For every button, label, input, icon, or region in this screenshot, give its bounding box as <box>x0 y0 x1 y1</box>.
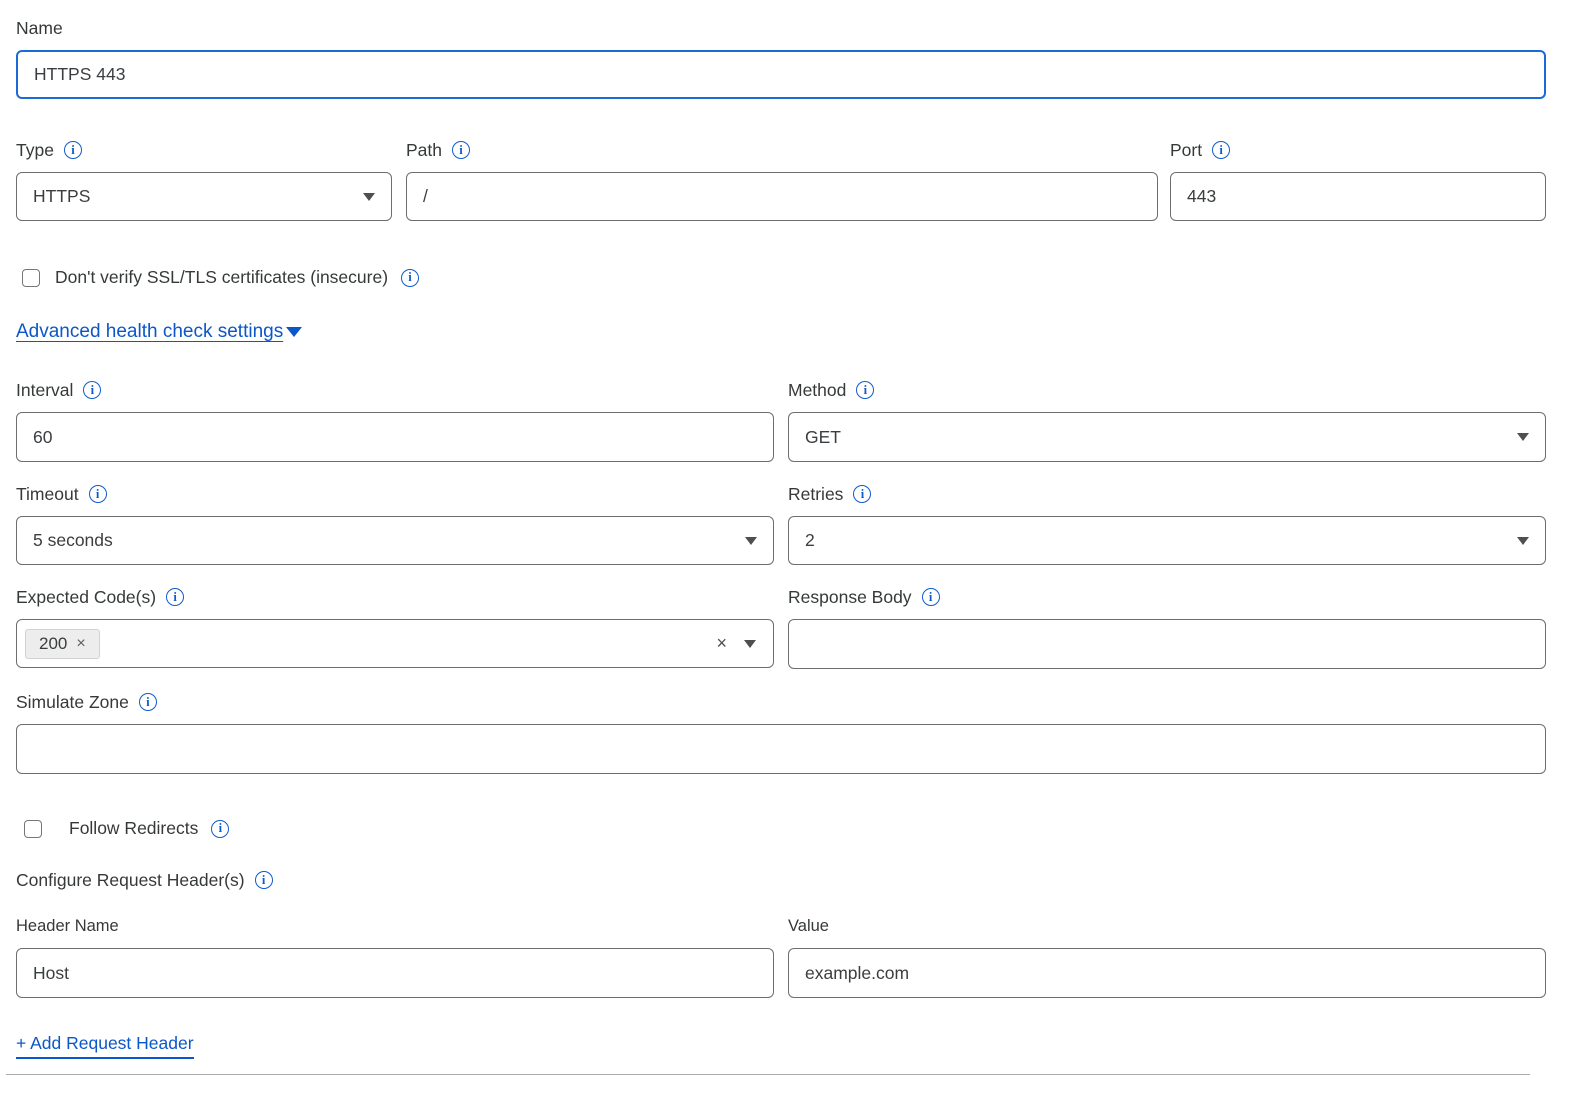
info-icon[interactable]: i <box>89 485 107 503</box>
info-icon[interactable]: i <box>401 269 419 287</box>
info-icon[interactable]: i <box>139 693 157 711</box>
health-check-form: Name Type i HTTPS Path i Port i <box>0 0 1570 1075</box>
type-label: Type <box>16 138 54 162</box>
info-icon[interactable]: i <box>255 871 273 889</box>
info-icon[interactable]: i <box>64 141 82 159</box>
info-icon[interactable]: i <box>211 820 229 838</box>
remove-tag-icon[interactable]: × <box>76 635 85 653</box>
add-request-header-link[interactable]: + Add Request Header <box>16 1033 194 1059</box>
code-tag-value: 200 <box>39 634 67 654</box>
interval-method-row: Interval i Method i GET <box>16 378 1546 462</box>
info-icon[interactable]: i <box>83 381 101 399</box>
request-headers-title-row: Configure Request Header(s) i <box>16 868 1546 892</box>
header-value-column-label: Value <box>788 917 1546 936</box>
retries-select[interactable]: 2 <box>788 516 1546 565</box>
chevron-down-icon <box>1517 537 1529 545</box>
type-path-port-row: Type i HTTPS Path i Port i <box>16 138 1546 221</box>
request-headers-title: Configure Request Header(s) <box>16 868 245 892</box>
follow-redirects-checkbox[interactable] <box>24 820 42 838</box>
info-icon[interactable]: i <box>452 141 470 159</box>
method-label: Method <box>788 378 846 402</box>
port-label: Port <box>1170 138 1202 162</box>
advanced-settings-label: Advanced health check settings <box>16 321 283 343</box>
verify-ssl-label: Don't verify SSL/TLS certificates (insec… <box>55 267 388 288</box>
retries-label: Retries <box>788 482 843 506</box>
expected-codes-multiselect[interactable]: 200 × × <box>16 619 774 668</box>
header-value-input[interactable] <box>788 948 1546 998</box>
simulate-zone-row: Simulate Zone i <box>16 690 1546 774</box>
info-icon[interactable]: i <box>853 485 871 503</box>
info-icon[interactable]: i <box>856 381 874 399</box>
info-icon[interactable]: i <box>922 588 940 606</box>
response-body-input[interactable] <box>788 619 1546 669</box>
follow-redirects-label: Follow Redirects <box>69 818 198 839</box>
follow-redirects-row: Follow Redirects i <box>16 818 1546 839</box>
method-select[interactable]: GET <box>788 412 1546 462</box>
info-icon[interactable]: i <box>166 588 184 606</box>
chevron-down-icon <box>745 537 757 545</box>
advanced-settings-toggle[interactable]: Advanced health check settings <box>16 321 302 343</box>
path-input[interactable] <box>406 172 1158 221</box>
type-select-value: HTTPS <box>33 186 90 207</box>
simulate-zone-input[interactable] <box>16 724 1546 774</box>
timeout-label: Timeout <box>16 482 79 506</box>
chevron-down-icon <box>286 327 302 337</box>
header-name-column-label: Header Name <box>16 917 774 936</box>
name-input[interactable] <box>16 50 1546 99</box>
retries-select-value: 2 <box>805 530 815 551</box>
multiselect-controls: × <box>716 620 756 667</box>
timeout-select-value: 5 seconds <box>33 530 113 551</box>
path-label: Path <box>406 138 442 162</box>
name-label: Name <box>16 16 63 40</box>
verify-ssl-checkbox[interactable] <box>22 269 40 287</box>
codes-body-row: Expected Code(s) i 200 × × Response Body… <box>16 585 1546 669</box>
interval-label: Interval <box>16 378 73 402</box>
chevron-down-icon[interactable] <box>744 640 756 648</box>
simulate-zone-label: Simulate Zone <box>16 690 129 714</box>
header-name-input[interactable] <box>16 948 774 998</box>
name-label-row: Name <box>16 16 1546 40</box>
info-icon[interactable]: i <box>1212 141 1230 159</box>
chevron-down-icon <box>1517 433 1529 441</box>
interval-input[interactable] <box>16 412 774 462</box>
port-input[interactable] <box>1170 172 1546 221</box>
type-select[interactable]: HTTPS <box>16 172 392 221</box>
chevron-down-icon <box>363 193 375 201</box>
divider <box>6 1074 1530 1075</box>
timeout-select[interactable]: 5 seconds <box>16 516 774 565</box>
verify-ssl-row: Don't verify SSL/TLS certificates (insec… <box>16 267 1546 288</box>
code-tag: 200 × <box>25 629 100 659</box>
method-select-value: GET <box>805 427 841 448</box>
expected-codes-label: Expected Code(s) <box>16 585 156 609</box>
request-header-row: Header Name Value <box>16 917 1546 998</box>
clear-all-icon[interactable]: × <box>716 633 727 654</box>
timeout-retries-row: Timeout i 5 seconds Retries i 2 <box>16 482 1546 565</box>
response-body-label: Response Body <box>788 585 912 609</box>
